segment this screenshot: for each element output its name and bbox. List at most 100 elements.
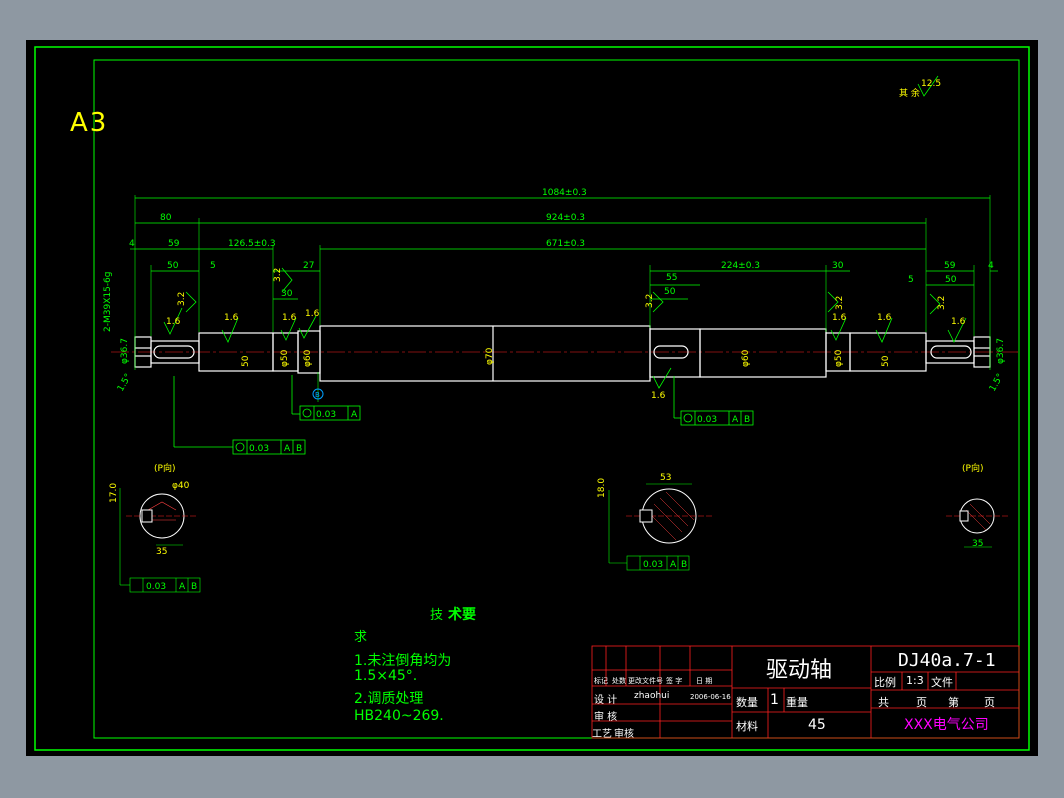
thread-spec: 2-M39X15-6g (103, 272, 113, 333)
dim-50-mid: 50 (664, 287, 676, 297)
dia-50: φ50 (280, 349, 290, 367)
notes-title-b: 术要 (448, 607, 476, 623)
dia-70: φ70 (485, 347, 495, 365)
dim-overall: 1084±0.3 (542, 188, 587, 198)
dim-30-right: 30 (832, 261, 844, 271)
tb-file-label: 文件 (931, 676, 953, 689)
dim-4-left: 4 (129, 239, 135, 249)
tb-count: 处数 (612, 677, 626, 685)
dim-924: 924±0.3 (546, 213, 585, 223)
tb-date: 日 期 (696, 677, 713, 685)
datum-b-letter: B (315, 391, 320, 399)
dia-right-journal: 50 (881, 355, 891, 367)
section-left-datum-a: A (179, 582, 186, 592)
dia-60: φ60 (303, 349, 313, 367)
dim-4-right: 4 (988, 261, 994, 271)
svg-text:3.2: 3.2 (835, 296, 845, 310)
tb-material-label: 材料 (736, 720, 758, 733)
svg-text:3.2: 3.2 (273, 268, 283, 282)
fcf-right-value: 0.03 (697, 415, 717, 425)
dia-left-journal: 50 (241, 355, 251, 367)
dia-50-right: φ50 (834, 349, 844, 367)
section-mid-datum-a: A (670, 560, 677, 570)
tb-scale-label: 比例 (874, 676, 896, 689)
dia-right-end: φ36.7 (996, 338, 1006, 364)
svg-text:1.6: 1.6 (951, 317, 966, 327)
dim-126: 126.5±0.3 (228, 239, 276, 249)
notes-line-3: 2.调质处理 (354, 691, 424, 707)
dim-5-right: 5 (908, 275, 914, 285)
dim-27: 27 (303, 261, 314, 271)
tb-designer-label: 设 计 (594, 695, 618, 706)
fcf-right-a: A (732, 415, 739, 425)
fcf-left-a-value: 0.03 (316, 410, 336, 420)
fcf-ab-main (173, 376, 306, 455)
svg-text:3.2: 3.2 (645, 294, 655, 308)
dim-55: 55 (666, 273, 677, 283)
part-name: 驱动轴 (766, 658, 833, 683)
drawing-sheet: 1084±0.3 80 924±0.3 4 59 126.5±0.3 671±0… (26, 40, 1038, 756)
shaft-outline (134, 325, 991, 382)
section-right-dim3: 35 (972, 539, 983, 549)
tb-sign: 签 字 (666, 677, 683, 685)
notes-title-c: 求 (354, 630, 368, 645)
tb-mark: 标记 (594, 677, 608, 685)
svg-text:1.6: 1.6 (282, 313, 297, 323)
dim-671: 671±0.3 (546, 239, 585, 249)
dim-5-left: 5 (210, 261, 216, 271)
outer-frame (34, 46, 1030, 751)
section-mid-tol: 0.03 (643, 560, 663, 570)
tb-sheet: 第 (948, 696, 959, 709)
other-finish-label: 其 余 (899, 87, 920, 99)
fcf-right-b: B (744, 415, 750, 425)
dia-60-right: φ60 (741, 349, 751, 367)
tb-sheet-pages: 页 (984, 696, 995, 709)
dim-80: 80 (160, 213, 172, 223)
svg-text:1.6: 1.6 (651, 391, 666, 401)
section-mid-dim2: 53 (660, 473, 671, 483)
fcf-left-a-datum: A (351, 410, 358, 420)
section-left-tol: 0.03 (146, 582, 166, 592)
svg-text:1.6: 1.6 (166, 317, 181, 327)
tb-change: 更改文件号 (628, 677, 663, 685)
notes-line-4: HB240~269. (354, 708, 444, 724)
svg-text:1.6: 1.6 (305, 309, 320, 319)
section-left (126, 493, 198, 539)
section-left-dims (119, 488, 201, 593)
tb-scale: 1:3 (906, 674, 924, 687)
svg-text:3.2: 3.2 (937, 296, 947, 310)
roughness-symbols (163, 75, 967, 389)
tb-total: 共 (878, 696, 889, 709)
fcf-ab-value: 0.03 (249, 444, 269, 454)
section-left-dim1: 17.0 (109, 483, 119, 503)
notes-title-a: 技 (430, 608, 444, 623)
notes-line-2: 1.5×45°. (354, 668, 418, 684)
tb-process-label: 工艺 (592, 729, 612, 740)
tb-design-date: 2006-06-16 (690, 693, 731, 701)
other-finish-value: 12.5 (921, 79, 941, 89)
sheet-size-label: A3 (70, 108, 109, 138)
fcf-ab-a: A (284, 444, 291, 454)
section-left-label: (P向) (154, 462, 175, 474)
dim-224: 224±0.3 (721, 261, 760, 271)
chamfer-left: 1.5° (116, 372, 134, 393)
section-mid-datum-b: B (681, 560, 687, 570)
svg-text:1.6: 1.6 (877, 313, 892, 323)
notes-line-1: 1.未注倒角均为 (354, 653, 452, 669)
chamfer-right: 1.5° (988, 372, 1006, 393)
section-right (946, 498, 1008, 534)
fcf-ab-b: B (296, 444, 302, 454)
tb-designer: zhaohui (634, 691, 670, 701)
tb-qty-label: 数量 (736, 696, 758, 709)
tb-total-pages: 页 (916, 696, 927, 709)
tb-process-check: 审核 (614, 729, 634, 740)
section-mid-dim1: 18.0 (597, 478, 607, 498)
section-left-dim3: 35 (156, 547, 167, 557)
drawing-canvas: 1084±0.3 80 924±0.3 4 59 126.5±0.3 671±0… (34, 46, 1030, 751)
section-left-datum-b: B (191, 582, 197, 592)
svg-text:1.6: 1.6 (832, 313, 847, 323)
tb-material: 45 (808, 717, 826, 733)
dim-50-right: 50 (945, 275, 957, 285)
dim-59-right: 59 (944, 261, 956, 271)
section-mid (626, 488, 712, 544)
